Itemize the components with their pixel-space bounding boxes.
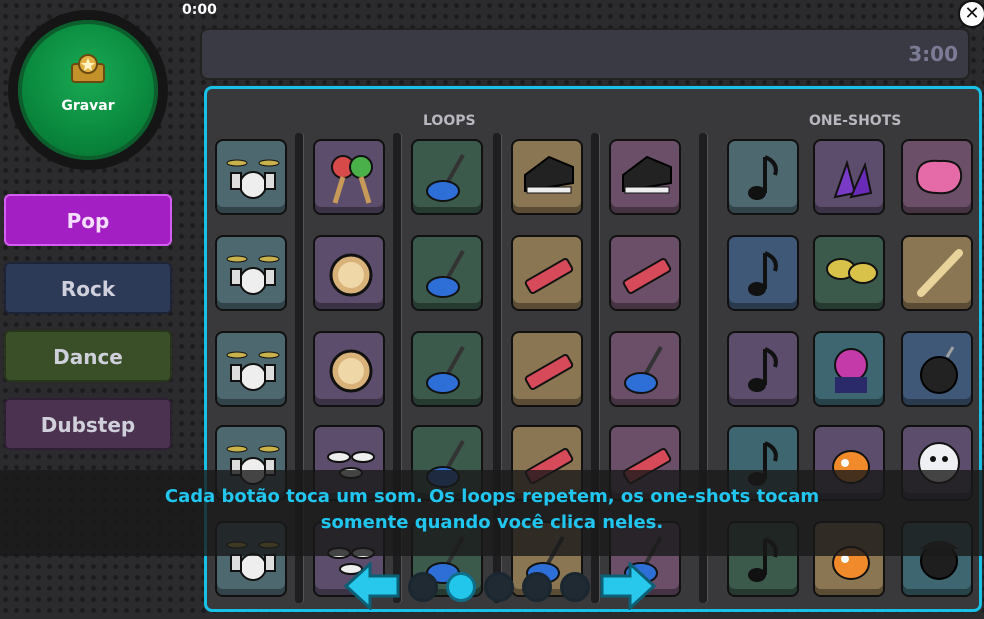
loop-pad[interactable] [411,139,483,215]
music-note-icon [748,155,778,200]
record-button[interactable]: Gravar [18,20,158,160]
loop-pad[interactable] [609,139,681,215]
loop-pad[interactable] [411,235,483,311]
page-dot[interactable] [522,572,552,602]
oneshot-pad[interactable] [901,235,973,311]
keytar-icon [524,258,574,294]
page-dot[interactable] [560,572,590,602]
genre-button-rock[interactable]: Rock [4,262,172,314]
bat-icon [917,249,963,297]
tambourine-icon [329,253,373,297]
loop-pad[interactable] [215,331,287,407]
grand-piano-icon [622,155,672,194]
grand-piano-icon [524,155,574,194]
oneshot-pad[interactable] [901,139,973,215]
loop-pad[interactable] [511,235,583,311]
oneshot-pad[interactable] [813,235,885,311]
cymbals-icon [826,258,878,284]
hands-icon [833,159,873,199]
loop-pad[interactable] [609,331,681,407]
tambourine-icon [329,349,373,393]
electric-guitar-icon [624,346,663,394]
caption-line-2: somente quando você clica neles. [320,512,664,533]
record-label: Gravar [61,98,115,114]
oneshot-pad[interactable] [727,331,799,407]
genre-button-dance[interactable]: Dance [4,330,172,382]
drum-kit-icon [226,351,280,391]
penguin-dj-icon [834,348,868,393]
page-dot[interactable] [484,572,514,602]
electric-guitar-icon [426,154,465,202]
oneshot-pad[interactable] [901,331,973,407]
oneshot-pad[interactable] [727,235,799,311]
record-button-frame: Gravar [8,10,168,170]
electric-guitar-icon [426,346,465,394]
loop-pad[interactable] [511,139,583,215]
star-badge-icon [71,54,105,83]
bomb-icon [920,346,958,394]
genre-button-dubstep[interactable]: Dubstep [4,398,172,450]
music-note-icon [748,251,778,296]
tutorial-overlay: Cada botão toca um som. Os loops repetem… [0,470,984,556]
loop-pad[interactable] [313,331,385,407]
drum-kit-icon [226,255,280,295]
timer-start: 0:00 [182,2,217,18]
arrow-left-icon[interactable] [344,562,400,610]
arrow-right-icon[interactable] [600,562,656,610]
drum-kit-icon [226,159,280,199]
oneshot-pad[interactable] [813,139,885,215]
music-note-icon [748,347,778,392]
page-dot[interactable] [408,572,438,602]
keytar-icon [622,258,672,294]
loops-title: LOOPS [423,113,476,129]
loop-pad[interactable] [411,331,483,407]
timer-end: 3:00 [908,42,958,66]
close-icon[interactable]: ✕ [958,0,984,28]
tutorial-caption: Cada botão toca um som. Os loops repetem… [0,484,984,536]
loop-pad[interactable] [511,331,583,407]
genre-button-pop[interactable]: Pop [4,194,172,246]
page-dot[interactable] [446,572,476,602]
maracas-icon [331,155,373,204]
oneshots-title: ONE-SHOTS [809,113,902,129]
loop-pad[interactable] [215,235,287,311]
oneshot-pad[interactable] [727,139,799,215]
timeline-track[interactable]: 3:00 [200,28,970,80]
oneshot-pad[interactable] [813,331,885,407]
electric-guitar-icon [426,250,465,298]
loop-pad[interactable] [313,139,385,215]
loop-pad[interactable] [215,139,287,215]
loop-pad[interactable] [313,235,385,311]
keytar-icon [524,354,574,390]
caption-line-1: Cada botão toca um som. Os loops repetem… [164,486,820,507]
loop-pad[interactable] [609,235,681,311]
cushion-icon [915,159,963,195]
